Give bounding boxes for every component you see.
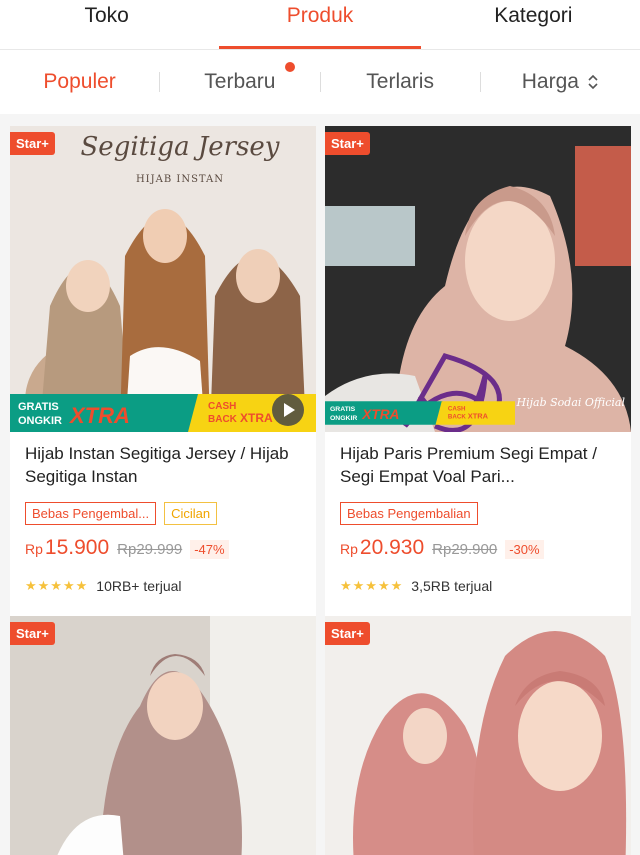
product-image: Star+ Segitiga Jersey HIJAB INSTAN GRATI…	[10, 126, 316, 432]
installment-tag: Cicilan	[164, 502, 218, 525]
product-tags: Bebas Pengembalian	[340, 502, 478, 525]
sort-terlaris-label: Terlaris	[366, 70, 434, 93]
product-title: Hijab Instan Segitiga Jersey / Hijab Seg…	[25, 444, 289, 486]
rating-row: ★★★★★ 3,5RB terjual	[340, 578, 492, 594]
tab-kategori[interactable]: Kategori	[427, 0, 640, 49]
image-subtitle-text: HIJAB INSTAN	[135, 174, 225, 185]
promo-xtra: XTRA	[361, 407, 399, 422]
product-image: Star+	[10, 616, 316, 855]
sort-populer[interactable]: Populer	[0, 70, 159, 94]
sort-harga-label: Harga	[521, 70, 579, 93]
rating-row: ★★★★★ 10RB+ terjual	[25, 578, 182, 594]
discount-badge: -47%	[190, 540, 229, 559]
promo-back: BACK	[208, 414, 238, 425]
sold-count: 10RB+ terjual	[96, 578, 182, 594]
sold-count: 3,5RB terjual	[411, 578, 493, 594]
price-row: Rp 15.900 Rp29.999 -47%	[25, 536, 229, 560]
star-plus-badge: Star+	[325, 132, 370, 155]
new-indicator-dot	[284, 62, 295, 72]
tab-produk[interactable]: Produk	[213, 0, 426, 49]
star-rating-icon: ★★★★★	[25, 578, 89, 593]
play-video-icon[interactable]	[272, 394, 304, 426]
watermark-text: Hijab Sodai Official	[516, 396, 625, 409]
price: 20.930	[359, 536, 425, 559]
star-plus-badge: Star+	[10, 622, 55, 645]
free-return-tag: Bebas Pengembal...	[25, 502, 157, 525]
star-plus-badge: Star+	[10, 132, 55, 155]
free-shipping-cashback-banner: GRATIS ONGKIR XTRA CASH BACK XTRA	[325, 401, 515, 425]
price-currency: Rp	[25, 541, 43, 557]
product-card[interactable]: Star+	[325, 616, 631, 855]
image-title-text: Segitiga Jersey	[80, 132, 280, 162]
promo-ongkir: ONGKIR	[18, 415, 62, 427]
sort-populer-label: Populer	[43, 70, 116, 93]
promo-cash: CASH	[208, 401, 236, 412]
top-tab-bar: Toko Produk Kategori	[0, 0, 640, 50]
product-image: Star+	[325, 616, 631, 855]
promo-xtra-cashback: XTRA	[468, 412, 489, 421]
product-title: Hijab Paris Premium Segi Empat / Segi Em…	[340, 444, 597, 486]
sort-terlaris[interactable]: Terlaris	[321, 70, 480, 94]
original-price: Rp29.999	[117, 541, 183, 558]
product-card[interactable]: Star+ Segitiga Jersey HIJAB INSTAN GRATI…	[10, 126, 316, 617]
price-currency: Rp	[340, 541, 358, 557]
sort-updown-icon	[588, 74, 598, 90]
sort-harga[interactable]: Harga	[481, 70, 640, 94]
sort-bar: Populer Terbaru Terlaris Harga	[0, 50, 640, 114]
sort-terbaru-label: Terbaru	[204, 70, 276, 93]
star-plus-badge: Star+	[325, 622, 370, 645]
promo-gratis: GRATIS	[330, 406, 356, 413]
discount-badge: -30%	[505, 540, 544, 559]
promo-xtra-cashback: XTRA	[240, 411, 273, 425]
original-price: Rp29.900	[432, 541, 498, 558]
promo-gratis: GRATIS	[18, 401, 59, 413]
product-tags: Bebas Pengembal... Cicilan	[25, 502, 218, 525]
product-card[interactable]: Star+	[10, 616, 316, 855]
promo-cash: CASH	[448, 406, 466, 413]
promo-xtra: XTRA	[68, 403, 130, 428]
price-row: Rp 20.930 Rp29.900 -30%	[340, 536, 544, 560]
free-return-tag: Bebas Pengembalian	[340, 502, 478, 525]
free-shipping-cashback-banner: GRATIS ONGKIR XTRA CASH BACK XTRA	[10, 394, 316, 432]
product-image: Star+ Hijab Sodai Official GRATIS ONGKIR…	[325, 126, 631, 432]
promo-back: BACK	[448, 414, 466, 421]
product-card[interactable]: Star+ Hijab Sodai Official GRATIS ONGKIR…	[325, 126, 631, 617]
promo-ongkir: ONGKIR	[330, 415, 357, 422]
star-rating-icon: ★★★★★	[340, 578, 404, 593]
price: 15.900	[44, 536, 110, 559]
sort-terbaru[interactable]: Terbaru	[160, 62, 319, 94]
tab-toko[interactable]: Toko	[0, 0, 213, 49]
